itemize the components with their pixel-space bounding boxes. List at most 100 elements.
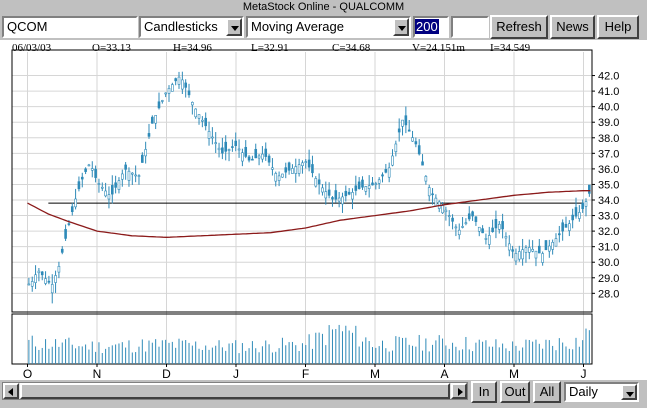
horizontal-scrollbar[interactable] (2, 382, 468, 400)
candle-body (117, 180, 121, 190)
candle-body (421, 161, 424, 166)
candle-body (114, 182, 117, 188)
arrow-right-icon (458, 388, 463, 396)
candle-body (187, 90, 191, 96)
candle-body (237, 148, 241, 151)
candle-body (134, 174, 137, 177)
candle-body (321, 187, 324, 193)
x-tick-label: J (581, 367, 587, 381)
candle-body (197, 114, 201, 119)
candle-body (477, 226, 481, 232)
candle-body (147, 133, 151, 137)
candle-body (364, 186, 368, 192)
candle-body (144, 149, 147, 157)
candle-body (244, 146, 248, 157)
candle-body (417, 145, 421, 155)
candle-body (57, 266, 61, 273)
candle-body (324, 191, 328, 199)
candle-body (284, 167, 288, 173)
candle-body (217, 147, 221, 151)
candle-body (151, 116, 154, 124)
candle-body (87, 164, 91, 167)
candle-body (531, 249, 534, 252)
scroll-right-button[interactable] (451, 383, 467, 399)
candle-body (54, 275, 57, 283)
y-tick-label: 38.0 (598, 133, 619, 145)
candle-body (411, 137, 414, 142)
x-tick-label: N (93, 367, 102, 381)
candle-body (154, 115, 157, 124)
candle-body (581, 202, 584, 210)
candle-body (67, 223, 71, 225)
candle-body (74, 198, 77, 208)
candle-body (64, 229, 67, 239)
candle-body (494, 219, 498, 229)
candle-body (451, 217, 454, 222)
candle-body (127, 170, 131, 181)
x-tick-label: F (302, 367, 309, 381)
candle-body (377, 179, 381, 184)
candle-body (457, 229, 461, 236)
interval-select[interactable]: Daily (564, 382, 639, 402)
candle-body (344, 190, 348, 197)
candle-body (34, 274, 37, 283)
candle-body (254, 148, 258, 159)
y-tick-label: 35.0 (598, 179, 619, 191)
candle-body (271, 167, 274, 170)
candle-body (214, 142, 218, 144)
candle-body (264, 148, 268, 157)
candle-body (261, 153, 264, 160)
candle-body (164, 92, 167, 95)
candle-body (544, 240, 548, 251)
candle-body (70, 206, 74, 212)
candle-body (374, 183, 378, 185)
y-tick-label: 33.0 (598, 211, 619, 223)
zoom-in-button[interactable]: In (471, 381, 497, 403)
candle-body (407, 129, 411, 132)
candle-body (267, 155, 271, 163)
candle-body (120, 173, 124, 180)
candle-body (224, 141, 228, 152)
candle-body (234, 140, 238, 147)
y-tick-label: 34.0 (598, 195, 619, 207)
candle-body (90, 168, 94, 171)
candle-body (414, 141, 418, 145)
candle-body (541, 253, 544, 263)
candle-body (221, 147, 224, 154)
y-tick-label: 42.0 (598, 71, 619, 83)
show-all-button[interactable]: All (533, 381, 561, 403)
candle-body (354, 185, 358, 191)
candle-body (497, 223, 501, 230)
candle-body (578, 212, 581, 219)
candle-body (564, 223, 568, 228)
candle-body (311, 164, 314, 174)
candle-body (211, 136, 214, 139)
candle-body (157, 101, 161, 109)
scroll-left-button[interactable] (3, 383, 19, 399)
scroll-thumb[interactable] (20, 383, 450, 399)
zoom-out-button[interactable]: Out (500, 381, 530, 403)
candle-body (247, 156, 251, 161)
candle-body (50, 284, 54, 294)
candle-body (124, 164, 127, 170)
candle-body (141, 154, 144, 163)
candle-body (484, 238, 488, 240)
candle-body (511, 249, 514, 252)
candle-body (554, 238, 558, 247)
candle-body (287, 162, 291, 171)
candle-body (274, 173, 278, 182)
candle-body (44, 278, 47, 284)
candle-body (84, 168, 87, 172)
candle-body (227, 149, 231, 151)
candle-body (517, 251, 521, 260)
candle-body (30, 281, 34, 287)
candle-body (291, 168, 294, 174)
candle-body (571, 214, 574, 221)
price-chart[interactable]: O N D J F M A M J 28.0 29.0 30.0 31.0 32.0 33.0 34.0 35.… (0, 0, 647, 408)
arrow-left-icon (8, 388, 13, 396)
candle-body (381, 174, 384, 177)
x-tick-label: J (233, 367, 239, 381)
chevron-down-icon[interactable] (621, 384, 637, 400)
candle-body (297, 164, 301, 174)
candle-body (371, 182, 374, 186)
